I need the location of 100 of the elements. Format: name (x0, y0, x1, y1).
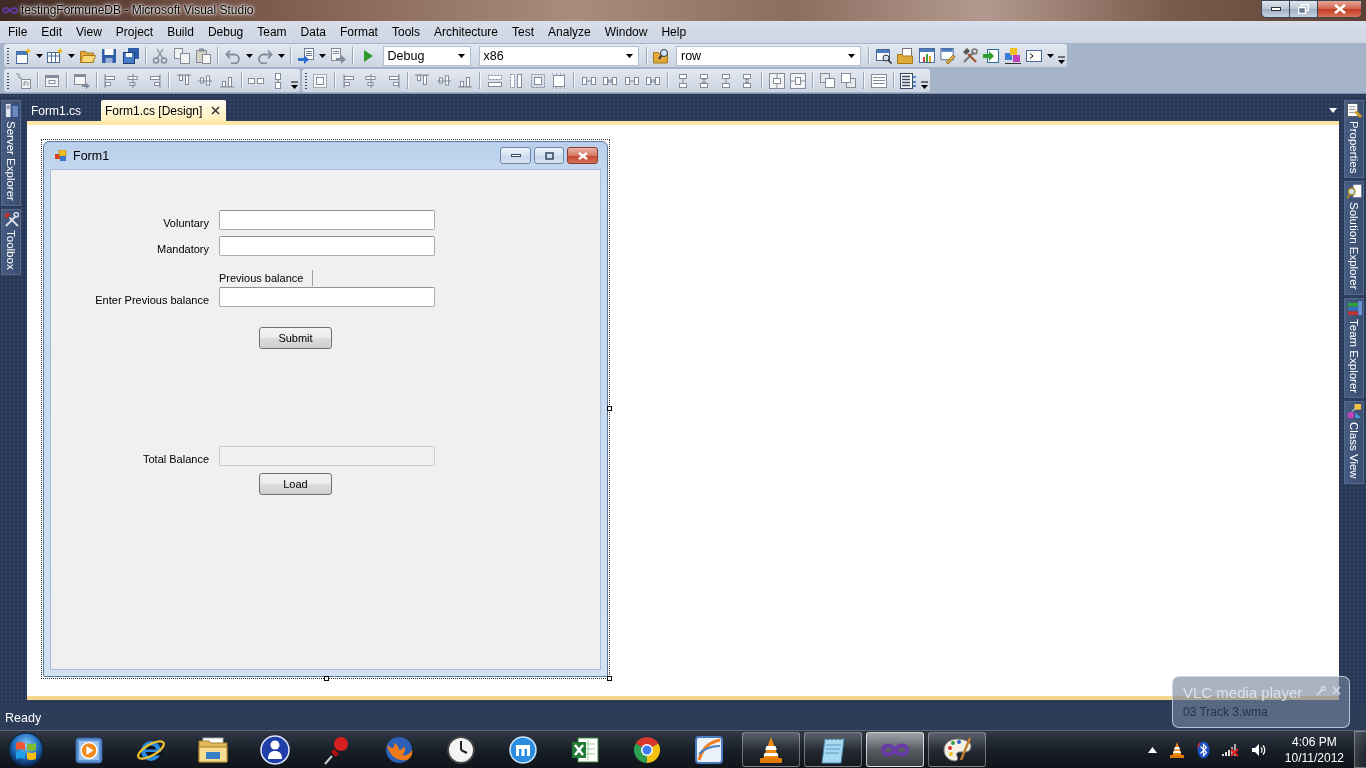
menu-item[interactable]: Debug (200, 22, 251, 42)
copy-icon[interactable] (173, 47, 190, 64)
menu-item[interactable]: Edit (34, 22, 70, 42)
taskbar-button[interactable] (742, 732, 800, 767)
tab-order-icon[interactable] (900, 72, 917, 89)
folder-document-icon[interactable] (897, 47, 914, 64)
caret-icon[interactable] (1047, 53, 1054, 58)
window-chart-icon[interactable] (918, 47, 935, 64)
save-icon[interactable] (101, 47, 118, 64)
tools-icon[interactable] (961, 47, 978, 64)
form-button[interactable]: Load (259, 473, 332, 495)
maximize-button[interactable] (534, 147, 564, 164)
menu-item[interactable]: Help (654, 22, 694, 42)
window-search-icon[interactable] (875, 47, 892, 64)
caret-icon[interactable] (278, 53, 285, 58)
taskbar-button[interactable] (928, 732, 986, 767)
menu-item[interactable]: Test (505, 22, 542, 42)
menu-item[interactable]: Format (332, 22, 385, 42)
key-cap-icon[interactable] (14, 72, 31, 89)
overflow-icon[interactable] (290, 81, 298, 89)
find-dropdown[interactable]: row (676, 45, 861, 66)
bluetooth-icon[interactable] (1196, 740, 1210, 759)
window-pencil-icon[interactable] (940, 47, 957, 64)
caret-icon[interactable] (625, 53, 633, 58)
import-arrow-icon[interactable] (983, 47, 1000, 64)
overflow-icon[interactable] (921, 81, 928, 89)
caret-icon[interactable] (68, 53, 75, 58)
resize-handle[interactable] (607, 676, 612, 681)
align-middle-icon[interactable] (197, 72, 214, 89)
grip-handle-icon[interactable] (7, 71, 10, 90)
taskbar-button[interactable] (866, 732, 924, 767)
grid-icon[interactable] (312, 72, 329, 89)
menu-item[interactable]: Team (250, 22, 294, 42)
menu-item[interactable]: File (1, 22, 35, 42)
console-icon[interactable] (1026, 47, 1043, 64)
dock-tab[interactable]: Solution Explorer (1344, 181, 1364, 295)
signal-bars-icon[interactable] (1221, 742, 1239, 757)
up-arrow-icon[interactable] (1147, 746, 1157, 753)
dock-tab[interactable]: Server Explorer (1, 100, 21, 206)
caret-icon[interactable] (35, 53, 43, 58)
text-field[interactable] (219, 287, 435, 307)
menu-item[interactable]: Project (108, 22, 161, 42)
caret-icon[interactable] (245, 53, 253, 58)
save-all-icon[interactable] (122, 47, 139, 64)
menu-item[interactable]: Tools (384, 22, 427, 42)
speaker-icon[interactable] (1250, 742, 1267, 757)
dock-tab[interactable]: Toolbox (1, 208, 21, 275)
clock-date[interactable]: 10/11/2012 (1284, 749, 1344, 766)
show-desktop-button[interactable] (1354, 731, 1366, 768)
menu-item[interactable]: Architecture (427, 22, 505, 42)
platform-dropdown[interactable]: x86 (478, 45, 639, 66)
same-height-icon[interactable] (508, 72, 525, 89)
clock-time[interactable]: 4:06 PM (1292, 733, 1337, 750)
dock-tab[interactable]: Class View (1344, 401, 1364, 484)
circle-logo-icon[interactable] (507, 733, 539, 766)
minimize-button[interactable] (500, 147, 531, 164)
arrow-document-icon[interactable] (297, 47, 314, 64)
curve-chart-icon[interactable] (693, 733, 725, 766)
document-tab[interactable]: Form1.cs (27, 100, 95, 121)
close-button[interactable] (567, 147, 598, 164)
size-to-grid-icon[interactable] (551, 72, 568, 89)
caret-icon[interactable] (318, 53, 326, 58)
grip-handle-icon[interactable] (7, 46, 10, 65)
align-middle-icon[interactable] (435, 72, 452, 89)
configuration-dropdown[interactable]: Debug (382, 45, 471, 66)
dialog-icon[interactable] (44, 72, 61, 89)
start-orb-icon[interactable] (6, 731, 46, 768)
person-icon[interactable] (259, 733, 291, 766)
bring-to-front-icon[interactable] (819, 72, 836, 89)
minimize-button[interactable] (1261, 0, 1290, 18)
overflow-icon[interactable] (1058, 56, 1065, 64)
caret-icon[interactable] (457, 53, 465, 58)
menu-item[interactable]: Data (293, 22, 333, 42)
dock-tab[interactable]: Properties (1344, 100, 1364, 179)
menu-item[interactable]: Window (597, 22, 655, 42)
cut-icon[interactable] (152, 47, 169, 64)
taskbar-button[interactable] (804, 732, 862, 767)
restore-button[interactable] (1290, 0, 1318, 18)
text-field[interactable] (219, 210, 435, 230)
dialog-arrow-icon[interactable] (73, 72, 90, 89)
resize-handle[interactable] (324, 676, 329, 681)
form-button[interactable]: Submit (259, 327, 332, 349)
paste-icon[interactable] (195, 47, 212, 64)
caret-icon[interactable] (1329, 108, 1337, 113)
grip-handle-icon[interactable] (304, 71, 308, 90)
resize-handle[interactable] (607, 406, 612, 411)
grid-star-icon[interactable] (47, 47, 64, 64)
send-to-back-icon[interactable] (841, 72, 858, 89)
close-button[interactable] (1318, 0, 1362, 18)
center-vertically-icon[interactable] (790, 72, 807, 89)
dock-tab[interactable]: Team Explorer (1344, 298, 1364, 399)
stacked-squares-icon[interactable] (1004, 47, 1021, 64)
caret-icon[interactable] (848, 53, 855, 58)
same-width-icon[interactable] (486, 72, 503, 89)
align-center-icon[interactable] (124, 72, 141, 89)
traffic-cone-icon[interactable] (1168, 740, 1185, 759)
document-tab[interactable]: Form1.cs [Design] (101, 100, 227, 121)
text-field[interactable] (219, 236, 435, 256)
list-icon[interactable] (870, 72, 887, 89)
folder-search-icon[interactable] (653, 47, 670, 64)
